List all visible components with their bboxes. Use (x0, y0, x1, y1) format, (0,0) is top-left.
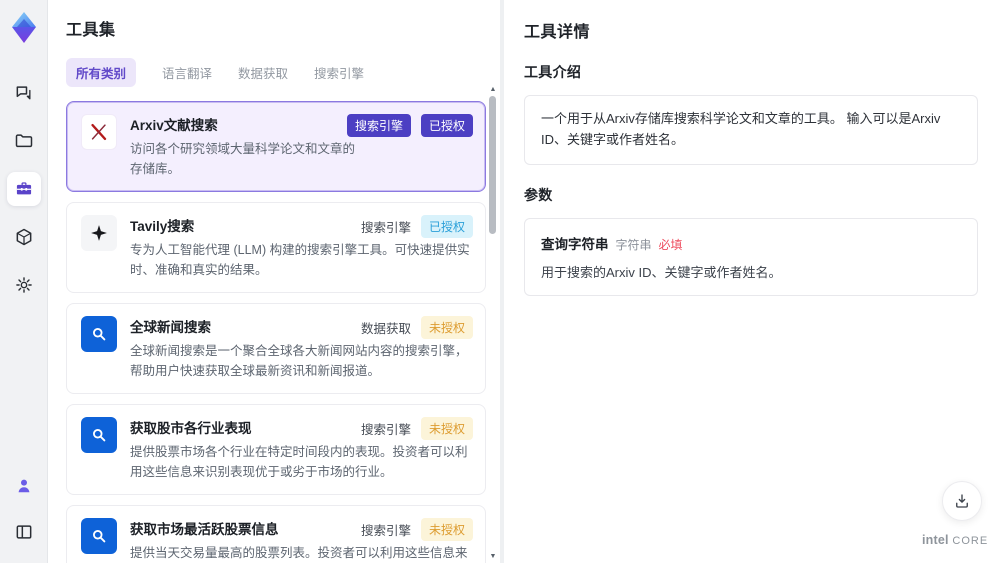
intel-core-logo: intel CORE (922, 533, 989, 547)
param-card: 查询字符串 字符串 必填 用于搜索的Arxiv ID、关键字或作者姓名。 (524, 217, 978, 296)
detail-title: 工具详情 (524, 24, 591, 41)
tool-card-active-stocks[interactable]: 获取市场最活跃股票信息 提供当天交易量最高的股票列表。投资者可以利用这些信息来识… (66, 505, 486, 563)
search-tool-icon (81, 518, 117, 554)
gear-icon[interactable] (7, 268, 41, 302)
folder-icon[interactable] (7, 124, 41, 158)
cube-icon[interactable] (7, 220, 41, 254)
category-label: 搜索引擎 (360, 221, 411, 235)
tool-card-sector-performance[interactable]: 获取股市各行业表现 提供股票市场各个行业在特定时间段内的表现。投资者可以利用这些… (66, 404, 486, 495)
category-label: 搜索引擎 (360, 524, 411, 538)
params-heading: 参数 (524, 186, 553, 203)
param-type: 字符串 (615, 237, 652, 252)
list-scrollbar[interactable]: ▲ ▼ (488, 86, 498, 561)
tool-list: Arxiv文献搜索 访问各个研究领域大量科学论文和文章的存储库。 搜索引擎 已授… (66, 101, 486, 563)
category-tabs: 所有类别 语言翻译 数据获取 搜索引擎 (66, 58, 484, 87)
toolbox-icon[interactable] (6, 172, 41, 206)
tool-card-arxiv[interactable]: Arxiv文献搜索 访问各个研究领域大量科学论文和文章的存储库。 搜索引擎 已授… (66, 101, 486, 192)
tool-description: 提供当天交易量最高的股票列表。投资者可以利用这些信息来识别流动性强的股票和潜在的… (130, 546, 468, 560)
search-tool-icon (81, 417, 117, 453)
auth-status-badge: 未授权 (420, 316, 473, 339)
scrollbar-thumb[interactable] (489, 96, 496, 234)
tab-all-categories[interactable]: 所有类别 (66, 58, 137, 87)
icon-rail (0, 0, 48, 563)
category-badge: 搜索引擎 (346, 114, 411, 137)
param-name: 查询字符串 (541, 236, 609, 252)
auth-status-badge: 已授权 (420, 215, 473, 238)
tool-description: 专为人工智能代理 (LLM) 构建的搜索引擎工具。可快速提供实时、准确和真实的结… (130, 243, 470, 277)
arxiv-logo-icon (81, 114, 117, 150)
category-label: 搜索引擎 (360, 423, 411, 437)
intro-box: 一个用于从Arxiv存储库搜索科学论文和文章的工具。 输入可以是Arxiv ID… (524, 95, 978, 165)
category-label: 数据获取 (360, 322, 411, 336)
tab-search-engine[interactable]: 搜索引擎 (314, 58, 364, 87)
tool-description: 全球新闻搜索是一个聚合全球各大新闻网站内容的搜索引擎，帮助用户快速获取全球最新资… (130, 344, 468, 378)
tab-data-fetch[interactable]: 数据获取 (238, 58, 288, 87)
download-button[interactable] (942, 481, 982, 521)
chat-icon[interactable] (7, 76, 41, 110)
auth-status-badge: 已授权 (420, 114, 473, 137)
tool-list-panel: 工具集 所有类别 语言翻译 数据获取 搜索引擎 Arxiv文献搜索 访问各个研究… (48, 0, 500, 563)
tool-card-global-news[interactable]: 全球新闻搜索 全球新闻搜索是一个聚合全球各大新闻网站内容的搜索引擎，帮助用户快速… (66, 303, 486, 394)
panel-collapse-icon[interactable] (7, 515, 41, 549)
app-window: 工具集 所有类别 语言翻译 数据获取 搜索引擎 Arxiv文献搜索 访问各个研究… (0, 0, 1000, 563)
tool-detail-panel: 工具详情 工具介绍 一个用于从Arxiv存储库搜索科学论文和文章的工具。 输入可… (504, 0, 1000, 563)
auth-status-badge: 未授权 (420, 417, 473, 440)
auth-status-badge: 未授权 (420, 518, 473, 541)
app-logo-icon (9, 10, 39, 46)
tavily-star-icon (81, 215, 117, 251)
tool-description: 访问各个研究领域大量科学论文和文章的存储库。 (130, 142, 356, 176)
param-required-flag: 必填 (658, 237, 683, 252)
param-description: 用于搜索的Arxiv ID、关键字或作者姓名。 (541, 264, 782, 280)
download-icon (956, 494, 968, 508)
tool-description: 提供股票市场各个行业在特定时间段内的表现。投资者可以利用这些信息来识别表现优于或… (130, 445, 468, 479)
scroll-up-arrow[interactable]: ▲ (488, 86, 498, 94)
scroll-down-arrow[interactable]: ▼ (488, 553, 498, 561)
tool-card-tavily[interactable]: Tavily搜索 专为人工智能代理 (LLM) 构建的搜索引擎工具。可快速提供实… (66, 202, 486, 293)
intro-heading: 工具介绍 (524, 64, 582, 80)
tab-language-translation[interactable]: 语言翻译 (162, 58, 212, 87)
user-icon[interactable] (7, 469, 41, 503)
page-title: 工具集 (66, 22, 116, 39)
search-tool-icon (81, 316, 117, 352)
